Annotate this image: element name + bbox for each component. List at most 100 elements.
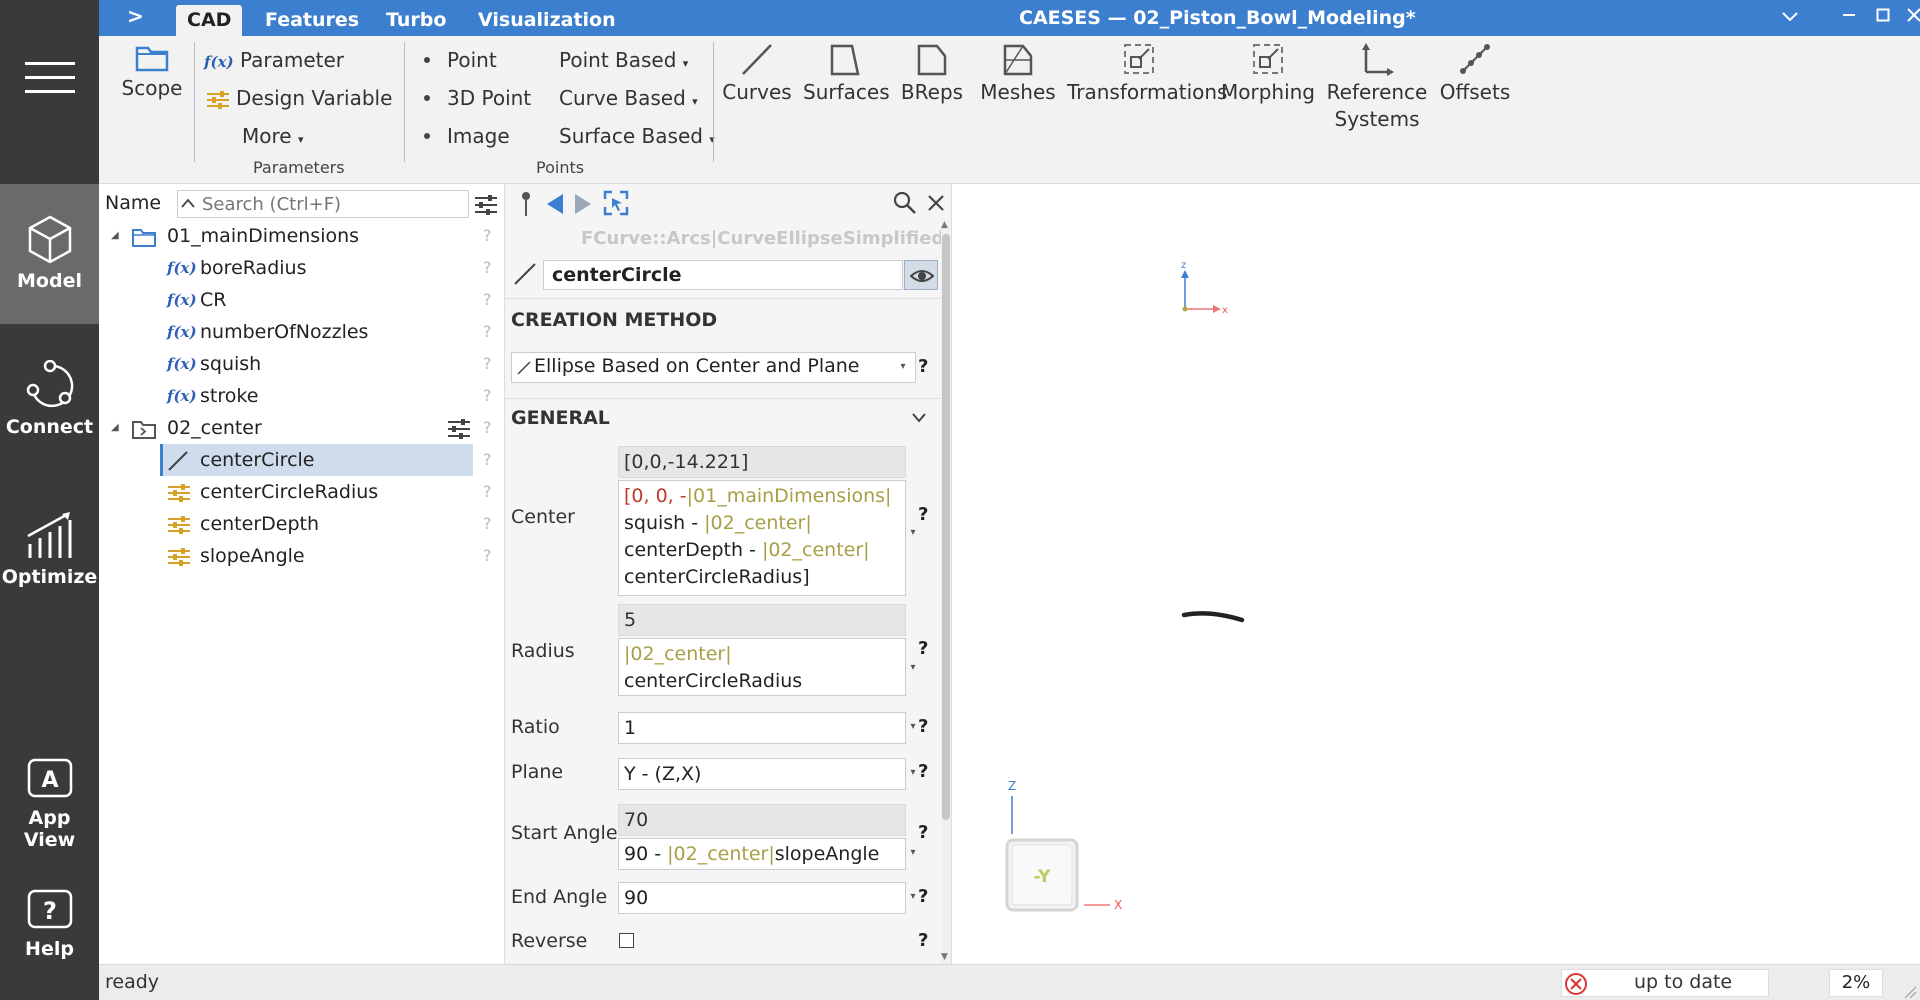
- tree-folder-01-maindimensions[interactable]: ◢ 01_mainDimensions ?: [99, 220, 505, 252]
- 3d-viewport[interactable]: z x Z -Y X: [952, 184, 1920, 964]
- update-status[interactable]: up to date: [1561, 969, 1769, 997]
- offsets-button[interactable]: Offsets: [1437, 42, 1513, 106]
- ratio-field[interactable]: 1: [618, 712, 906, 744]
- help-icon[interactable]: ?: [483, 252, 492, 284]
- view-cube[interactable]: Z -Y X: [1005, 779, 1122, 912]
- focus-select-icon[interactable]: [603, 190, 629, 216]
- forward-arrow-icon[interactable]: [573, 192, 593, 216]
- tab-visualization[interactable]: Visualization: [467, 5, 627, 36]
- point-based-dropdown[interactable]: Point Based ▾: [559, 48, 688, 72]
- radius-expression-field[interactable]: |02_center| centerCircleRadius: [618, 638, 906, 696]
- tree-param-numberofnozzles[interactable]: f(x) numberOfNozzles ?: [99, 316, 505, 348]
- nav-model[interactable]: Model: [0, 184, 99, 324]
- help-icon[interactable]: ?: [918, 638, 928, 659]
- sliders-icon[interactable]: [447, 418, 471, 440]
- morphing-button[interactable]: Morphing: [1219, 42, 1317, 106]
- help-icon[interactable]: ?: [918, 716, 928, 737]
- dropdown-caret-icon[interactable]: ▾: [906, 847, 920, 858]
- reference-systems-button[interactable]: Reference Systems: [1325, 42, 1429, 133]
- help-icon[interactable]: ?: [483, 316, 492, 348]
- object-name-field[interactable]: centerCircle: [543, 260, 903, 290]
- breps-button[interactable]: BReps: [895, 42, 969, 106]
- nav-app-view[interactable]: A App View: [0, 757, 99, 857]
- expr-reference[interactable]: |02_center|: [762, 539, 870, 561]
- surface-based-dropdown[interactable]: Surface Based ▾: [559, 124, 715, 148]
- point3d-button[interactable]: 3D Point: [424, 86, 531, 110]
- curves-button[interactable]: Curves: [719, 42, 795, 106]
- close-icon[interactable]: [927, 194, 945, 212]
- creation-method-select[interactable]: Ellipse Based on Center and Plane ▾: [511, 352, 916, 383]
- start-angle-expression-field[interactable]: 90 - |02_center|slopeAngle: [618, 838, 906, 870]
- help-icon[interactable]: ?: [918, 930, 928, 951]
- curve-based-dropdown[interactable]: Curve Based ▾: [559, 86, 698, 110]
- tree-param-stroke[interactable]: f(x) stroke ?: [99, 380, 505, 412]
- tab-cad[interactable]: CAD: [176, 5, 243, 36]
- filter-sliders-icon[interactable]: [474, 194, 498, 216]
- reverse-checkbox[interactable]: [619, 933, 634, 948]
- help-icon[interactable]: ?: [918, 822, 928, 843]
- tab-turbo[interactable]: Turbo: [375, 5, 457, 36]
- help-icon[interactable]: ?: [483, 540, 492, 572]
- design-variable-button[interactable]: Design Variable: [206, 86, 392, 110]
- scrollbar[interactable]: ▲ ▼: [941, 220, 951, 964]
- collapse-arrow-icon[interactable]: ◢: [111, 412, 119, 444]
- expr-reference[interactable]: |02_center|: [667, 843, 775, 865]
- dropdown-caret-icon[interactable]: ▾: [896, 361, 910, 372]
- tree-variable-centerdepth[interactable]: centerDepth ?: [99, 508, 505, 540]
- hamburger-menu-button[interactable]: [0, 60, 99, 120]
- transformations-button[interactable]: Transformations: [1067, 42, 1227, 106]
- minimize-button[interactable]: [1834, 0, 1864, 34]
- help-icon[interactable]: ?: [483, 476, 492, 508]
- expr-reference[interactable]: |02_center|: [624, 643, 732, 665]
- search-icon[interactable]: [893, 191, 917, 215]
- nav-help[interactable]: ? Help: [0, 888, 99, 988]
- chevron-down-icon[interactable]: [1775, 0, 1805, 34]
- parameter-button[interactable]: f(x) Parameter: [204, 48, 344, 72]
- help-icon[interactable]: ?: [483, 220, 492, 252]
- help-icon[interactable]: ?: [918, 356, 928, 377]
- dropdown-caret-icon[interactable]: ▾: [906, 527, 920, 538]
- scope-button[interactable]: Scope: [117, 42, 187, 102]
- collapse-arrow-icon[interactable]: ◢: [111, 220, 119, 252]
- help-icon[interactable]: ?: [483, 508, 492, 540]
- tree-param-squish[interactable]: f(x) squish ?: [99, 348, 505, 380]
- tree-variable-slopeangle[interactable]: slopeAngle ?: [99, 540, 505, 572]
- tree-search-field[interactable]: [177, 190, 469, 218]
- maximize-button[interactable]: [1868, 0, 1898, 34]
- dropdown-caret-icon[interactable]: ▾: [906, 662, 920, 673]
- tree-param-boreradius[interactable]: f(x) boreRadius ?: [99, 252, 505, 284]
- help-icon[interactable]: ?: [483, 348, 492, 380]
- help-icon[interactable]: ?: [483, 284, 492, 316]
- scrollbar-thumb[interactable]: [942, 234, 950, 820]
- tree-param-cr[interactable]: f(x) CR ?: [99, 284, 505, 316]
- help-icon[interactable]: ?: [483, 412, 492, 444]
- nav-connect[interactable]: Connect: [0, 360, 99, 460]
- chevron-down-icon[interactable]: [911, 412, 927, 424]
- scroll-down-icon[interactable]: ▼: [941, 952, 948, 962]
- resize-grip-icon[interactable]: [1903, 985, 1917, 999]
- search-input[interactable]: [202, 192, 464, 216]
- help-icon[interactable]: ?: [918, 761, 928, 782]
- tab-features[interactable]: Features: [254, 5, 370, 36]
- center-expression-field[interactable]: [0, 0, -|01_mainDimensions| squish - |02…: [618, 480, 906, 596]
- end-angle-field[interactable]: 90: [618, 882, 906, 914]
- point-button[interactable]: Point: [424, 48, 497, 72]
- expand-chevron-icon[interactable]: >: [127, 4, 144, 28]
- help-icon[interactable]: ?: [918, 504, 928, 525]
- center-circle-curve[interactable]: [1181, 611, 1245, 623]
- expr-reference[interactable]: |01_mainDimensions|: [687, 485, 892, 507]
- meshes-button[interactable]: Meshes: [977, 42, 1059, 106]
- more-dropdown[interactable]: More ▾: [242, 124, 303, 148]
- help-icon[interactable]: ?: [483, 444, 492, 476]
- back-arrow-icon[interactable]: [545, 192, 565, 216]
- scroll-up-icon[interactable]: ▲: [941, 220, 948, 230]
- plane-select[interactable]: Y - (Z,X): [618, 758, 906, 790]
- surfaces-button[interactable]: Surfaces: [803, 42, 890, 106]
- image-button[interactable]: Image: [424, 124, 510, 148]
- close-button[interactable]: [1899, 0, 1920, 34]
- help-icon[interactable]: ?: [483, 380, 492, 412]
- help-icon[interactable]: ?: [918, 886, 928, 907]
- nav-optimize[interactable]: Optimize: [0, 510, 99, 610]
- viewport-canvas[interactable]: z x Z -Y X: [952, 184, 1920, 964]
- tree-variable-centercircleradius[interactable]: centerCircleRadius ?: [99, 476, 505, 508]
